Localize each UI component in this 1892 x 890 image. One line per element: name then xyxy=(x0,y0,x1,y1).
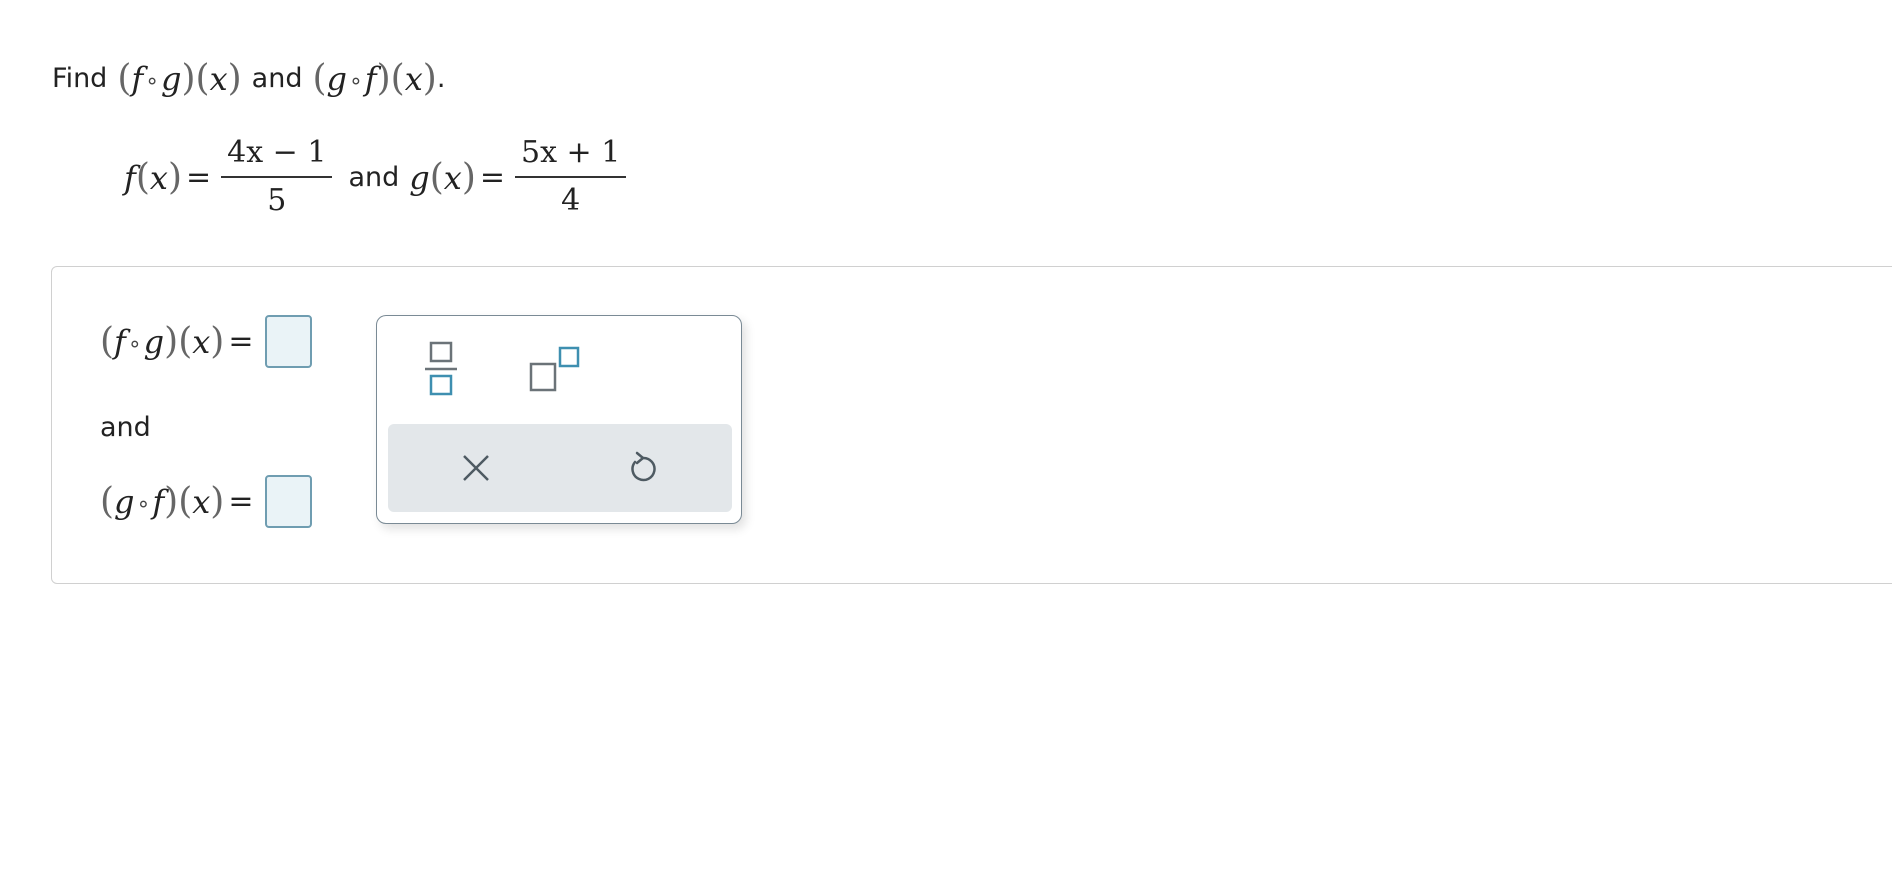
f-numerator: 4x − 1 xyxy=(221,134,333,178)
f-fraction: 4x − 1 5 xyxy=(221,134,333,220)
gof-answer-input[interactable] xyxy=(265,475,313,528)
exponent-button[interactable] xyxy=(525,338,585,398)
and-label: and xyxy=(100,412,151,443)
period: . xyxy=(436,62,446,94)
fog-answer-row: (f∘g)(x) = xyxy=(100,315,313,368)
equals-sign: = xyxy=(479,159,505,195)
fraction-button[interactable] xyxy=(411,338,471,398)
g-of-x: g(x) xyxy=(409,156,476,198)
and-label: and xyxy=(348,161,400,193)
fog-answer-input[interactable] xyxy=(265,315,313,368)
palette-action-bar xyxy=(388,424,732,512)
and-label: and xyxy=(251,62,303,94)
fog-expression: (f∘g)(x) xyxy=(117,57,242,99)
gof-answer-row: (g∘f)(x) = xyxy=(100,475,313,528)
prompt-line: Find (f∘g)(x) and (g∘f)(x) . xyxy=(52,56,445,100)
find-label: Find xyxy=(52,62,108,94)
equals-sign: = xyxy=(228,484,254,519)
given-functions: f(x) = 4x − 1 5 and g(x) = 5x + 1 4 xyxy=(124,132,632,222)
equals-sign: = xyxy=(185,159,212,195)
fog-label: (f∘g)(x) xyxy=(100,321,225,362)
answer-panel: (f∘g)(x) = and (g∘f)(x) = xyxy=(51,266,1892,584)
g-fraction: 5x + 1 4 xyxy=(515,134,627,220)
math-palette xyxy=(376,315,742,524)
g-denominator: 4 xyxy=(561,183,581,218)
exponent-template-icon xyxy=(529,346,580,392)
clear-button[interactable] xyxy=(446,438,506,498)
f-denominator: 5 xyxy=(267,183,287,218)
undo-button[interactable] xyxy=(613,438,673,498)
undo-icon xyxy=(631,451,656,482)
g-numerator: 5x + 1 xyxy=(515,134,627,178)
fraction-template-icon xyxy=(425,341,457,396)
gof-expression: (g∘f)(x) xyxy=(312,57,437,99)
gof-label: (g∘f)(x) xyxy=(100,481,225,522)
close-icon xyxy=(463,455,489,481)
equals-sign: = xyxy=(228,324,254,359)
f-of-x: f(x) xyxy=(124,156,182,198)
